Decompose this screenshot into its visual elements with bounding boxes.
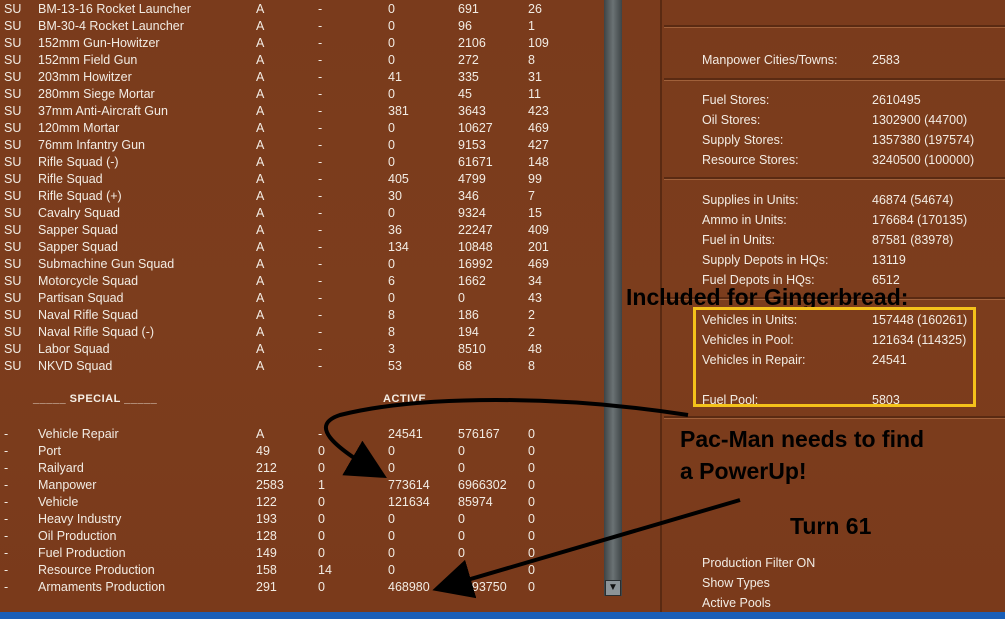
arrow-to-armaments — [432, 498, 741, 599]
arrow-to-manpower — [324, 398, 689, 479]
status-bar — [0, 612, 1005, 619]
annotation-arrows — [324, 398, 741, 599]
